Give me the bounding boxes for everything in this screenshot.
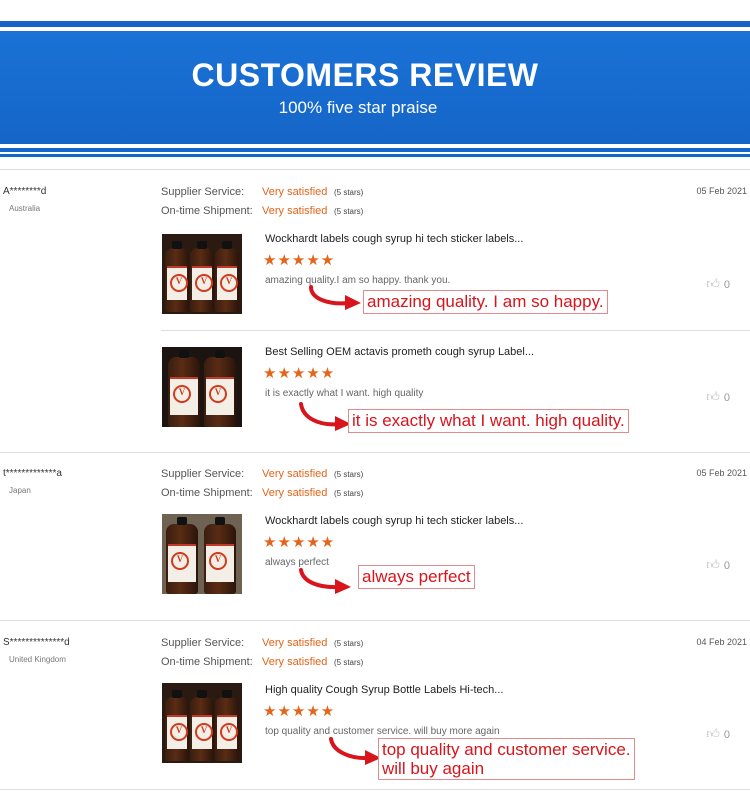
banner-stripe: [0, 154, 750, 157]
rating-stars: ★★★★★: [263, 365, 336, 382]
divider: [0, 789, 750, 790]
shipment-label: On-time Shipment:: [161, 487, 253, 499]
product-review: High quality Cough Syrup Bottle Labels H…: [161, 681, 750, 780]
like-count: 0: [723, 729, 730, 741]
rating-stars: ★★★★★: [263, 252, 336, 269]
divider: [0, 620, 750, 621]
product-title[interactable]: High quality Cough Syrup Bottle Labels H…: [265, 684, 503, 696]
callout-line: top quality and customer service.: [382, 740, 631, 759]
divider: [161, 330, 750, 331]
reviewer-country: Japan: [9, 486, 31, 495]
like-button[interactable]: 👍︎ 0: [706, 389, 730, 405]
divider: [0, 452, 750, 453]
shipment-stars: (5 stars): [334, 489, 364, 498]
rating-stars: ★★★★★: [263, 534, 336, 551]
reviewer-name: t*************a: [3, 468, 62, 479]
supplier-service-stars: (5 stars): [334, 188, 364, 197]
shipment-value: Very satisfied: [262, 487, 328, 499]
thumbs-up-icon: 👍︎: [706, 276, 720, 291]
shipment-stars: (5 stars): [334, 658, 364, 667]
page-title: CUSTOMERS REVIEW: [191, 57, 539, 93]
review-date: 04 Feb 2021: [696, 637, 747, 647]
thumbs-up-icon: 👍︎: [706, 557, 720, 572]
supplier-service-stars: (5 stars): [334, 470, 364, 479]
shipment-label: On-time Shipment:: [161, 656, 253, 668]
curved-arrow-icon: [299, 568, 351, 594]
thumbs-up-icon: 👍︎: [706, 389, 720, 404]
product-image[interactable]: [162, 683, 242, 763]
supplier-service-value: Very satisfied: [262, 186, 328, 198]
like-button[interactable]: 👍︎ 0: [706, 726, 730, 742]
supplier-service-value: Very satisfied: [262, 637, 328, 649]
product-image[interactable]: [162, 234, 242, 314]
shipment-value: Very satisfied: [262, 656, 328, 668]
reviewer-name: A********d: [3, 186, 47, 197]
shipment-stars: (5 stars): [334, 207, 364, 216]
banner-stripe: [0, 148, 750, 152]
supplier-service-label: Supplier Service:: [161, 186, 245, 198]
review-date: 05 Feb 2021: [696, 468, 747, 478]
curved-arrow-icon: [329, 737, 381, 765]
product-review: Wockhardt labels cough syrup hi tech sti…: [161, 512, 750, 598]
product-image[interactable]: [162, 347, 242, 427]
thumbs-up-icon: 👍︎: [706, 726, 720, 741]
callout-line: will buy again: [382, 759, 485, 778]
banner-stripe: [0, 21, 750, 27]
review-date: 05 Feb 2021: [696, 186, 747, 196]
shipment-label: On-time Shipment:: [161, 205, 253, 217]
supplier-service-label: Supplier Service:: [161, 468, 245, 480]
product-title[interactable]: Wockhardt labels cough syrup hi tech sti…: [265, 515, 523, 527]
reviewer-country: Australia: [9, 204, 41, 213]
highlight-callout: amazing quality. I am so happy.: [363, 290, 608, 314]
highlight-callout: it is exactly what I want. high quality.: [348, 409, 629, 433]
shipment-value: Very satisfied: [262, 205, 328, 217]
like-count: 0: [723, 279, 730, 291]
reviewer-country: United Kingdom: [9, 655, 66, 664]
rating-stars: ★★★★★: [263, 703, 336, 720]
page-subtitle: 100% five star praise: [278, 98, 438, 117]
product-image[interactable]: [162, 514, 242, 594]
supplier-service-label: Supplier Service:: [161, 637, 245, 649]
like-count: 0: [723, 560, 730, 572]
curved-arrow-icon: [309, 285, 361, 310]
highlight-callout: top quality and customer service. will b…: [378, 738, 635, 780]
like-count: 0: [723, 392, 730, 404]
product-title[interactable]: Wockhardt labels cough syrup hi tech sti…: [265, 233, 523, 245]
like-button[interactable]: 👍︎ 0: [706, 276, 730, 292]
product-title[interactable]: Best Selling OEM actavis prometh cough s…: [265, 346, 534, 358]
like-button[interactable]: 👍︎ 0: [706, 557, 730, 573]
supplier-service-value: Very satisfied: [262, 468, 328, 480]
divider: [0, 169, 750, 170]
header-banner: CUSTOMERS REVIEW 100% five star praise: [0, 21, 750, 160]
product-review: Best Selling OEM actavis prometh cough s…: [161, 344, 750, 433]
product-review: Wockhardt labels cough syrup hi tech sti…: [161, 231, 750, 317]
curved-arrow-icon: [299, 402, 351, 431]
highlight-callout: always perfect: [358, 565, 475, 589]
reviewer-name: S**************d: [3, 637, 70, 648]
review-text: it is exactly what I want. high quality: [265, 388, 424, 399]
supplier-service-stars: (5 stars): [334, 639, 364, 648]
